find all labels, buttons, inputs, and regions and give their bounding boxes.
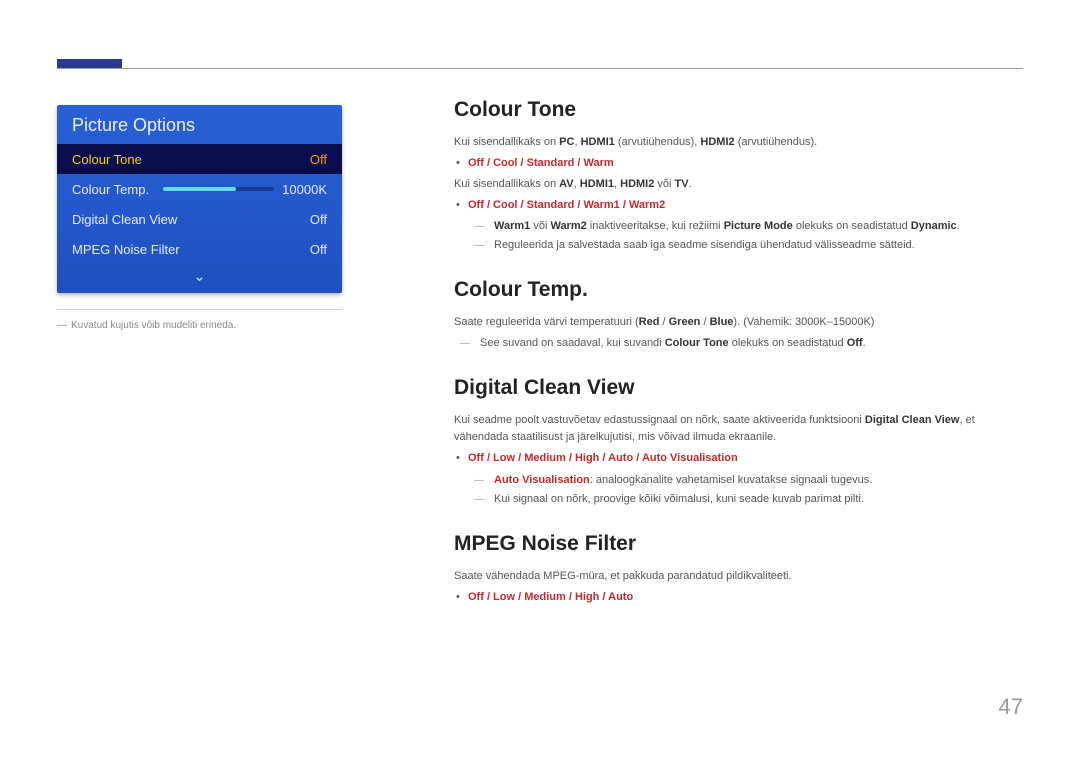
option-list: Off / Low / Medium / High / Auto / Auto …: [454, 450, 1024, 507]
heading-colour-temp: Colour Temp.: [454, 278, 1024, 302]
note-text: Auto Visualisation: analoogkanalite vahe…: [468, 472, 1024, 489]
page-number: 47: [999, 694, 1023, 720]
body-text: Kui seadme poolt vastuvõetav edastussign…: [454, 412, 1024, 446]
osd-label: Colour Tone: [72, 152, 142, 167]
note-text: See suvand on saadaval, kui suvandi Colo…: [454, 335, 1024, 352]
heading-mpeg-noise-filter: MPEG Noise Filter: [454, 532, 1024, 556]
osd-value: Off: [310, 242, 327, 257]
left-column: Picture Options Colour Tone Off Colour T…: [57, 105, 342, 334]
osd-value: Off: [310, 212, 327, 227]
body-text: Kui sisendallikaks on PC, HDMI1 (arvutiü…: [454, 134, 1024, 151]
chevron-down-icon[interactable]: ⌄: [57, 264, 342, 293]
option-list: Off / Low / Medium / High / Auto: [454, 589, 1024, 606]
note-text: Warm1 või Warm2 inaktiveeritakse, kui re…: [468, 218, 1024, 235]
osd-value: Off: [310, 152, 327, 167]
osd-row-colour-temp[interactable]: Colour Temp. 10000K: [57, 174, 342, 204]
osd-title: Picture Options: [57, 105, 342, 144]
note-text: Kui signaal on nõrk, proovige kõiki võim…: [468, 491, 1024, 508]
osd-row-colour-tone[interactable]: Colour Tone Off: [57, 144, 342, 174]
note-text: Reguleerida ja salvestada saab iga seadm…: [468, 237, 1024, 254]
osd-row-mpeg-noise-filter[interactable]: MPEG Noise Filter Off: [57, 234, 342, 264]
option-list: Off / Cool / Standard / Warm1 / Warm2 Wa…: [454, 197, 1024, 254]
note-divider: [57, 309, 342, 310]
osd-panel: Picture Options Colour Tone Off Colour T…: [57, 105, 342, 293]
osd-label: Digital Clean View: [72, 212, 177, 227]
header-tab-mark: [57, 59, 122, 68]
osd-slider[interactable]: [163, 187, 274, 191]
heading-colour-tone: Colour Tone: [454, 98, 1024, 122]
osd-value: 10000K: [282, 182, 327, 197]
section-digital-clean-view: Digital Clean View Kui seadme poolt vast…: [454, 376, 1024, 507]
osd-row-digital-clean-view[interactable]: Digital Clean View Off: [57, 204, 342, 234]
osd-label: Colour Temp.: [72, 182, 149, 197]
section-colour-tone: Colour Tone Kui sisendallikaks on PC, HD…: [454, 98, 1024, 254]
body-text: Saate vähendada MPEG-müra, et pakkuda pa…: [454, 568, 1024, 585]
image-disclaimer: ―Kuvatud kujutis võib mudeliti erineda.: [57, 318, 342, 334]
body-text: Saate reguleerida värvi temperatuuri (Re…: [454, 314, 1024, 331]
body-text: Kui sisendallikaks on AV, HDMI1, HDMI2 v…: [454, 176, 1024, 193]
section-colour-temp: Colour Temp. Saate reguleerida värvi tem…: [454, 278, 1024, 352]
section-mpeg-noise-filter: MPEG Noise Filter Saate vähendada MPEG-m…: [454, 532, 1024, 606]
osd-label: MPEG Noise Filter: [72, 242, 180, 257]
heading-digital-clean-view: Digital Clean View: [454, 376, 1024, 400]
header-rule: [57, 68, 1023, 69]
option-list: Off / Cool / Standard / Warm: [454, 155, 1024, 172]
content-column: Colour Tone Kui sisendallikaks on PC, HD…: [454, 98, 1024, 630]
